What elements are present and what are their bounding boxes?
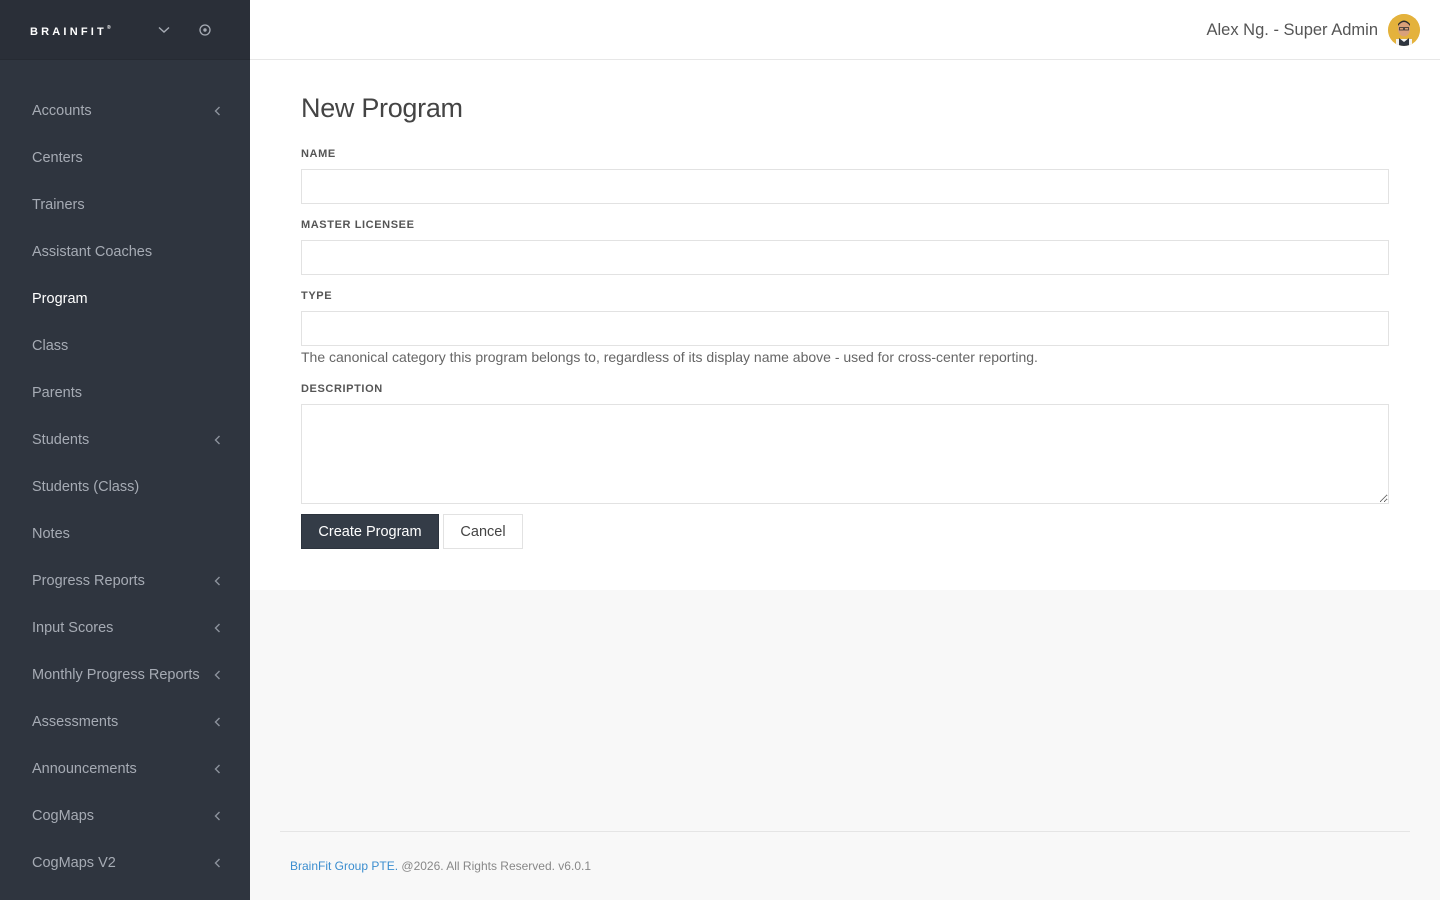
description-label: DESCRIPTION bbox=[301, 383, 383, 395]
type-help-text: The canonical category this program belo… bbox=[301, 349, 1038, 365]
sidebar-item-label: Trainers bbox=[32, 196, 85, 213]
sidebar-item-label: Parents bbox=[32, 384, 82, 401]
company-link[interactable]: BrainFit Group PTE. bbox=[290, 859, 398, 873]
footer-copyright: @2026. All Rights Reserved. v6.0.1 bbox=[398, 859, 591, 873]
master-licensee-input[interactable] bbox=[301, 240, 1389, 275]
chevron-left-icon bbox=[212, 764, 222, 774]
chevron-left-icon bbox=[212, 858, 222, 868]
sidebar-item-label: Announcements bbox=[32, 760, 137, 777]
sidebar-item-label: CogMaps bbox=[32, 807, 95, 824]
cancel-button[interactable]: Cancel bbox=[443, 514, 523, 549]
sidebar-item-students[interactable]: Students bbox=[0, 416, 250, 463]
sidebar-item-cogmaps[interactable]: CogMaps bbox=[0, 792, 250, 839]
sidebar-header: BRAINFIT® bbox=[0, 0, 250, 60]
sidebar-item-accounts[interactable]: Accounts bbox=[0, 87, 250, 134]
type-input[interactable] bbox=[301, 311, 1389, 346]
sidebar-item-centers[interactable]: Centers bbox=[0, 134, 250, 181]
brand-logo[interactable]: BRAINFIT® bbox=[30, 25, 111, 38]
sidebar-item-trainers[interactable]: Trainers bbox=[0, 181, 250, 228]
master-licensee-label: MASTER LICENSEE bbox=[301, 219, 415, 231]
target-icon[interactable] bbox=[193, 18, 217, 42]
sidebar-item-label: Program bbox=[32, 290, 88, 307]
sidebar-item-label: Centers bbox=[32, 149, 83, 166]
name-input[interactable] bbox=[301, 169, 1389, 204]
sidebar-nav: Accounts Centers Trainers Assistant Coaches… bbox=[0, 60, 250, 886]
user-avatar[interactable] bbox=[1388, 14, 1420, 46]
footer-divider bbox=[280, 831, 1410, 832]
sidebar-item-parents[interactable]: Parents bbox=[0, 369, 250, 416]
chevron-left-icon bbox=[212, 576, 222, 586]
sidebar-item-monthly-progress-reports[interactable]: Monthly Progress Reports bbox=[0, 651, 250, 698]
create-program-button[interactable]: Create Program bbox=[301, 514, 439, 549]
top-header: Alex Ng. - Super Admin bbox=[250, 0, 1440, 60]
sidebar-item-announcements[interactable]: Announcements bbox=[0, 745, 250, 792]
description-textarea[interactable] bbox=[301, 404, 1389, 504]
chevron-left-icon bbox=[212, 670, 222, 680]
sidebar-item-cogmaps-v2[interactable]: CogMaps V2 bbox=[0, 839, 250, 886]
chevron-left-icon bbox=[212, 106, 222, 116]
sidebar-item-label: Class bbox=[32, 337, 69, 354]
page-title: New Program bbox=[301, 93, 463, 123]
chevron-left-icon bbox=[212, 435, 222, 445]
sidebar-item-assessments[interactable]: Assessments bbox=[0, 698, 250, 745]
sidebar-item-assistant-coaches[interactable]: Assistant Coaches bbox=[0, 228, 250, 275]
chevron-left-icon bbox=[212, 811, 222, 821]
user-menu-name[interactable]: Alex Ng. - Super Admin bbox=[1207, 21, 1379, 40]
sidebar-item-label: CogMaps V2 bbox=[32, 854, 116, 871]
sidebar-item-students-class[interactable]: Students (Class) bbox=[0, 463, 250, 510]
sidebar-item-class[interactable]: Class bbox=[0, 322, 250, 369]
sidebar: BRAINFIT® Accounts Centers Trainers Assista… bbox=[0, 0, 250, 900]
sidebar-item-label: Monthly Progress Reports bbox=[32, 666, 200, 683]
brand-logo-text: BRAINFIT bbox=[30, 26, 107, 38]
sidebar-item-progress-reports[interactable]: Progress Reports bbox=[0, 557, 250, 604]
chevron-left-icon bbox=[212, 717, 222, 727]
sidebar-item-label: Accounts bbox=[32, 102, 92, 119]
sidebar-item-label: Assistant Coaches bbox=[32, 243, 153, 260]
chevron-left-icon bbox=[212, 623, 222, 633]
name-label: NAME bbox=[301, 148, 336, 160]
sidebar-item-label: Notes bbox=[32, 525, 70, 542]
sidebar-item-program[interactable]: Program bbox=[0, 275, 250, 322]
type-label: TYPE bbox=[301, 290, 333, 302]
main-panel: New Program NAME MASTER LICENSEE TYPE Th… bbox=[250, 60, 1440, 590]
sidebar-item-label: Students (Class) bbox=[32, 478, 140, 495]
brand-logo-mark: ® bbox=[106, 25, 111, 31]
sidebar-item-label: Students bbox=[32, 431, 90, 448]
sidebar-item-label: Progress Reports bbox=[32, 572, 145, 589]
sidebar-item-label: Input Scores bbox=[32, 619, 114, 636]
sidebar-item-label: Assessments bbox=[32, 713, 119, 730]
footer: BrainFit Group PTE. @2026. All Rights Re… bbox=[290, 859, 591, 873]
chevron-down-icon[interactable] bbox=[152, 18, 176, 42]
sidebar-item-notes[interactable]: Notes bbox=[0, 510, 250, 557]
sidebar-item-input-scores[interactable]: Input Scores bbox=[0, 604, 250, 651]
